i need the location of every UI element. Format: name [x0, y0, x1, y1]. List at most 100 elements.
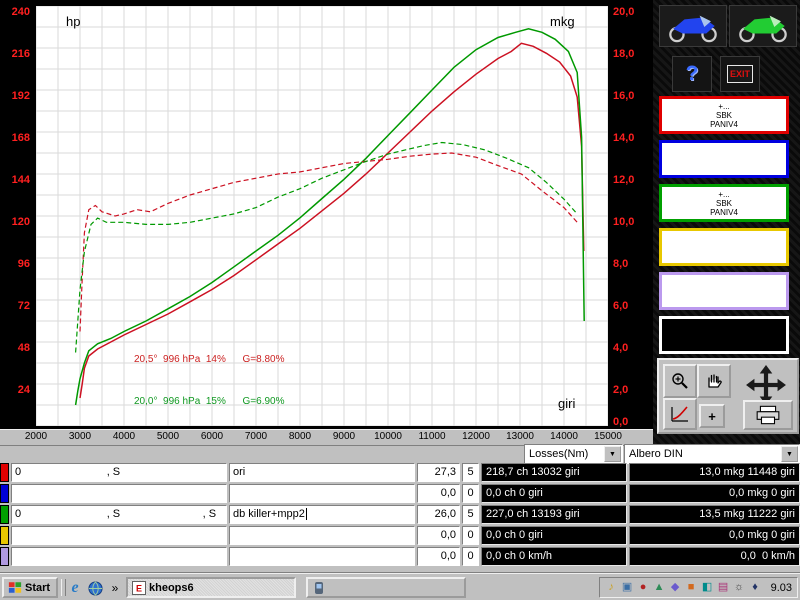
- bike-green-button[interactable]: [729, 5, 797, 47]
- help-button[interactable]: ?: [672, 56, 712, 92]
- losses-combobox[interactable]: Losses(Nm) ▼: [524, 444, 623, 464]
- max-speed-readout: 0,0 ch 0 km/h: [481, 547, 627, 566]
- tray-icon-display[interactable]: ▣: [621, 581, 634, 594]
- internet-explorer-icon[interactable]: e: [66, 579, 84, 597]
- count-field[interactable]: 0: [462, 526, 479, 545]
- hp-tick-label: 168: [12, 132, 30, 144]
- temperature-field[interactable]: 0,0: [417, 526, 460, 545]
- tray-icon[interactable]: ☼: [733, 581, 746, 594]
- chevron-down-icon[interactable]: ▼: [781, 446, 798, 462]
- zoom-in-button[interactable]: [663, 364, 697, 398]
- run-name-field[interactable]: [229, 484, 415, 503]
- series-slot-blue[interactable]: [659, 140, 789, 178]
- shaft-standard-combobox[interactable]: Albero DIN ▼: [624, 444, 800, 464]
- tray-icon[interactable]: ▲: [653, 581, 666, 594]
- hp-tick-label: 240: [12, 6, 30, 18]
- print-button[interactable]: [743, 400, 793, 430]
- speed-readout: 0,0 0 km/h: [629, 547, 800, 566]
- count-field[interactable]: 5: [462, 463, 479, 482]
- start-button[interactable]: Start: [2, 577, 58, 598]
- count-field[interactable]: 0: [462, 547, 479, 566]
- rpm-tick-label: 6000: [196, 431, 228, 442]
- run-name-field[interactable]: ori: [229, 463, 415, 482]
- run-config-field[interactable]: 0 , S , S: [11, 505, 227, 524]
- hp-axis: 24021619216814412096724824: [0, 6, 33, 429]
- pan-hand-button[interactable]: [697, 364, 731, 398]
- table-row-violet: 0,0 0 0,0 ch 0 km/h 0,0 0 km/h: [0, 547, 800, 566]
- tray-icon[interactable]: ♦: [749, 581, 762, 594]
- rpm-tick-label: 5000: [152, 431, 184, 442]
- task-label: kheops6: [149, 582, 194, 594]
- exit-button[interactable]: EXIT: [720, 56, 760, 92]
- max-power-readout: 227,0 ch 13193 giri: [481, 505, 627, 524]
- run-config-field[interactable]: [11, 484, 227, 503]
- tray-icon[interactable]: ●: [637, 581, 650, 594]
- svg-text:E: E: [136, 583, 142, 593]
- series-slot-yellow[interactable]: [659, 228, 789, 266]
- series-slot-violet[interactable]: [659, 272, 789, 310]
- run-config-field[interactable]: [11, 547, 227, 566]
- hp-axis-title: hp: [66, 14, 80, 29]
- plus-icon: +: [708, 409, 716, 424]
- table-row-red: 0 , S ori 27,3 5 218,7 ch 13032 giri 13,…: [0, 463, 800, 482]
- chart-region: 24021619216814412096724824 20,018,016,01…: [0, 0, 653, 429]
- chevron-down-icon[interactable]: ▼: [604, 446, 621, 462]
- task-button-kheops6[interactable]: E kheops6: [126, 577, 296, 598]
- series-color-chip: [0, 547, 9, 566]
- tray-icon[interactable]: ■: [685, 581, 698, 594]
- device-app-icon: [312, 581, 326, 595]
- run-config-field[interactable]: 0 , S: [11, 463, 227, 482]
- tray-icon[interactable]: ◧: [701, 581, 714, 594]
- taskbar-clock: 9.03: [771, 582, 792, 594]
- task-button-2[interactable]: [306, 577, 466, 598]
- add-button[interactable]: +: [699, 404, 725, 428]
- slot-line: SBK: [716, 111, 732, 120]
- hp-tick-label: 72: [18, 300, 30, 312]
- tray-icon-volume[interactable]: ♪: [605, 581, 618, 594]
- run-name-field[interactable]: [229, 526, 415, 545]
- question-mark-icon: ?: [686, 62, 699, 86]
- temperature-field[interactable]: 0,0: [417, 484, 460, 503]
- run-name-field[interactable]: db killer+mpp2: [229, 505, 415, 524]
- mkg-tick-label: 14,0: [613, 132, 634, 144]
- start-label: Start: [25, 582, 50, 594]
- rpm-tick-label: 14000: [548, 431, 580, 442]
- count-field[interactable]: 5: [462, 505, 479, 524]
- run-name-field[interactable]: [229, 547, 415, 566]
- dyno-plot-area[interactable]: hp mkg giri 20,5° 996 hPa 14% G=8.80% 20…: [36, 6, 608, 426]
- hp-tick-label: 48: [18, 342, 30, 354]
- bike-blue-button[interactable]: [659, 5, 727, 47]
- run-table: 0 , S ori 27,3 5 218,7 ch 13032 giri 13,…: [0, 463, 800, 568]
- temperature-field[interactable]: 0,0: [417, 547, 460, 566]
- curve-icon: [670, 405, 690, 423]
- taskbar: Start e » E kheops6: [0, 573, 800, 600]
- motorcycle-blue-icon: [664, 9, 722, 43]
- temperature-field[interactable]: 26,0: [417, 505, 460, 524]
- mkg-tick-label: 6,0: [613, 300, 628, 312]
- slot-line: PANIV4: [710, 208, 738, 217]
- rpm-tick-label: 10000: [372, 431, 404, 442]
- dyno-curves-chart[interactable]: [36, 6, 608, 426]
- series-slot-red[interactable]: +... SBK PANIV4: [659, 96, 789, 134]
- globe-icon[interactable]: [86, 579, 104, 597]
- tray-icon[interactable]: ◆: [669, 581, 682, 594]
- temperature-field[interactable]: 27,3: [417, 463, 460, 482]
- series-slot-green[interactable]: +... SBK PANIV4: [659, 184, 789, 222]
- quick-launch-overflow-chevron[interactable]: »: [106, 579, 124, 597]
- run-config-field[interactable]: [11, 526, 227, 545]
- curve-tool-button[interactable]: [663, 398, 697, 430]
- series-color-chip: [0, 463, 9, 482]
- series-slot-black[interactable]: [659, 316, 789, 354]
- mkg-tick-label: 18,0: [613, 48, 634, 60]
- slot-line: +...: [718, 190, 729, 199]
- rpm-tick-label: 12000: [460, 431, 492, 442]
- tray-icon[interactable]: ▤: [717, 581, 730, 594]
- series-color-chip: [0, 526, 9, 545]
- hp-tick-label: 216: [12, 48, 30, 60]
- max-power-readout: 0,0 ch 0 giri: [481, 526, 627, 545]
- chart-tools-panel: +: [657, 358, 799, 434]
- slot-line: PANIV4: [710, 120, 738, 129]
- count-field[interactable]: 0: [462, 484, 479, 503]
- max-torque-readout: 0,0 mkg 0 giri: [629, 526, 800, 545]
- hp-tick-label: 120: [12, 216, 30, 228]
